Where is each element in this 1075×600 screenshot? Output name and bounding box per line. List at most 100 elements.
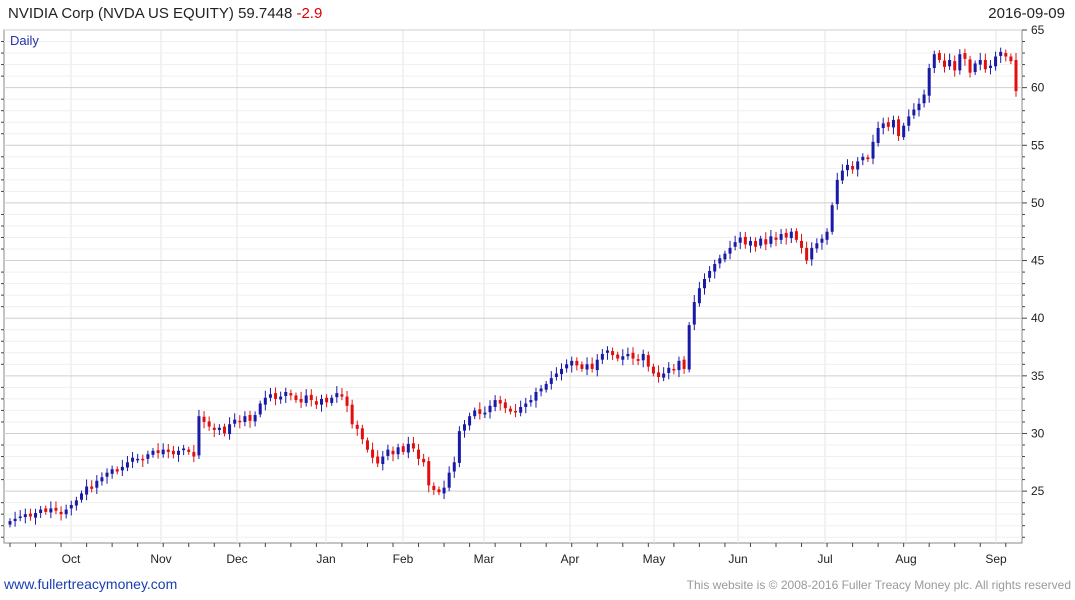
copyright-notice: This website is © 2008-2016 Fuller Treac…	[686, 578, 1071, 592]
candle-body	[125, 462, 129, 468]
candle-body	[866, 157, 870, 160]
candle-body	[774, 237, 778, 240]
candle-body	[95, 480, 99, 488]
candle-body	[427, 461, 431, 486]
candle-body	[907, 116, 911, 126]
candle-body	[983, 59, 987, 70]
candle-body	[840, 170, 844, 181]
candle-body	[171, 450, 175, 455]
x-tick-label: Jun	[728, 552, 747, 566]
candle-body	[74, 500, 78, 506]
candle-body	[953, 61, 957, 71]
x-tick-label: Apr	[561, 552, 580, 566]
site-link[interactable]: www.fullertreacymoney.com	[4, 576, 177, 592]
candle-body	[457, 431, 461, 463]
x-tick-label: Sep	[985, 552, 1007, 566]
candle-body	[13, 518, 17, 522]
candle-body	[365, 440, 369, 450]
candle-body	[519, 406, 523, 413]
y-tick-label: 25	[1031, 484, 1045, 498]
candle-body	[345, 396, 349, 406]
candle-body	[268, 394, 272, 398]
candle-body	[1009, 56, 1013, 62]
y-tick-label: 65	[1031, 23, 1045, 37]
candle-body	[943, 60, 947, 67]
candle-body	[692, 302, 696, 325]
candle-body	[64, 509, 68, 515]
candle-body	[289, 393, 293, 396]
candle-body	[912, 109, 916, 116]
candle-body	[197, 416, 201, 456]
candle-body	[177, 450, 181, 455]
x-tick-label: Nov	[150, 552, 171, 566]
candle-body	[161, 449, 165, 455]
candle-body	[805, 247, 809, 261]
candle-body	[580, 364, 584, 369]
candle-body	[248, 415, 252, 421]
candle-body	[79, 493, 83, 500]
candle-body	[621, 356, 625, 360]
candle-body	[641, 353, 645, 361]
candle-body	[422, 458, 426, 463]
candle-body	[718, 258, 722, 264]
candle-body	[299, 398, 303, 403]
candle-body	[917, 103, 921, 111]
candle-body	[182, 448, 186, 451]
period-label: Daily	[10, 33, 39, 48]
candle-body	[320, 398, 324, 405]
candle-body	[999, 51, 1003, 56]
candle-body	[830, 205, 834, 232]
candle-body	[258, 403, 262, 415]
x-tick-label: May	[643, 552, 666, 566]
candle-body	[105, 472, 109, 477]
candle-body	[381, 456, 385, 465]
candle-body	[560, 368, 564, 375]
candle-body	[927, 68, 931, 96]
candle-body	[677, 360, 681, 371]
candle-body	[1014, 59, 1018, 92]
y-tick-label: 45	[1031, 254, 1045, 268]
candle-body	[411, 443, 415, 449]
candle-body	[192, 451, 196, 457]
candle-body	[401, 446, 405, 452]
candle-body	[851, 166, 855, 170]
candle-body	[886, 122, 890, 127]
candle-body	[524, 403, 528, 407]
candle-body	[406, 443, 410, 453]
candle-body	[922, 94, 926, 104]
candle-body	[284, 391, 288, 397]
candle-body	[478, 409, 482, 414]
candle-body	[222, 426, 226, 434]
candle-body	[626, 353, 630, 357]
candle-body	[207, 421, 211, 427]
candle-body	[1004, 53, 1008, 57]
candle-body	[611, 351, 615, 356]
candle-body	[794, 231, 798, 240]
candle-body	[90, 486, 94, 489]
candle-body	[779, 234, 783, 240]
candle-body	[462, 424, 466, 431]
x-tick-label: Feb	[393, 552, 414, 566]
x-tick-label: Jan	[316, 552, 335, 566]
x-tick-label: Dec	[226, 552, 247, 566]
candle-body	[376, 456, 380, 464]
candle-body	[958, 54, 962, 71]
candle-body	[534, 391, 538, 401]
candle-body	[616, 354, 620, 359]
candle-body	[391, 450, 395, 455]
candle-body	[988, 65, 992, 69]
candle-body	[713, 264, 717, 272]
candle-body	[508, 408, 512, 412]
candle-body	[544, 383, 548, 390]
candle-body	[238, 420, 242, 423]
candlestick-chart: Oct Nov Dec Jan Feb Mar Apr May Jun Jul Aug Sep 25 30…	[1, 23, 1045, 566]
candle-body	[18, 516, 22, 518]
candle-body	[335, 393, 339, 398]
candle-body	[274, 393, 278, 399]
candle-body	[23, 514, 27, 518]
candle-body	[549, 378, 553, 384]
candle-body	[212, 427, 216, 431]
candle-body	[539, 388, 543, 392]
candle-body	[110, 469, 114, 474]
candle-body	[948, 59, 952, 67]
